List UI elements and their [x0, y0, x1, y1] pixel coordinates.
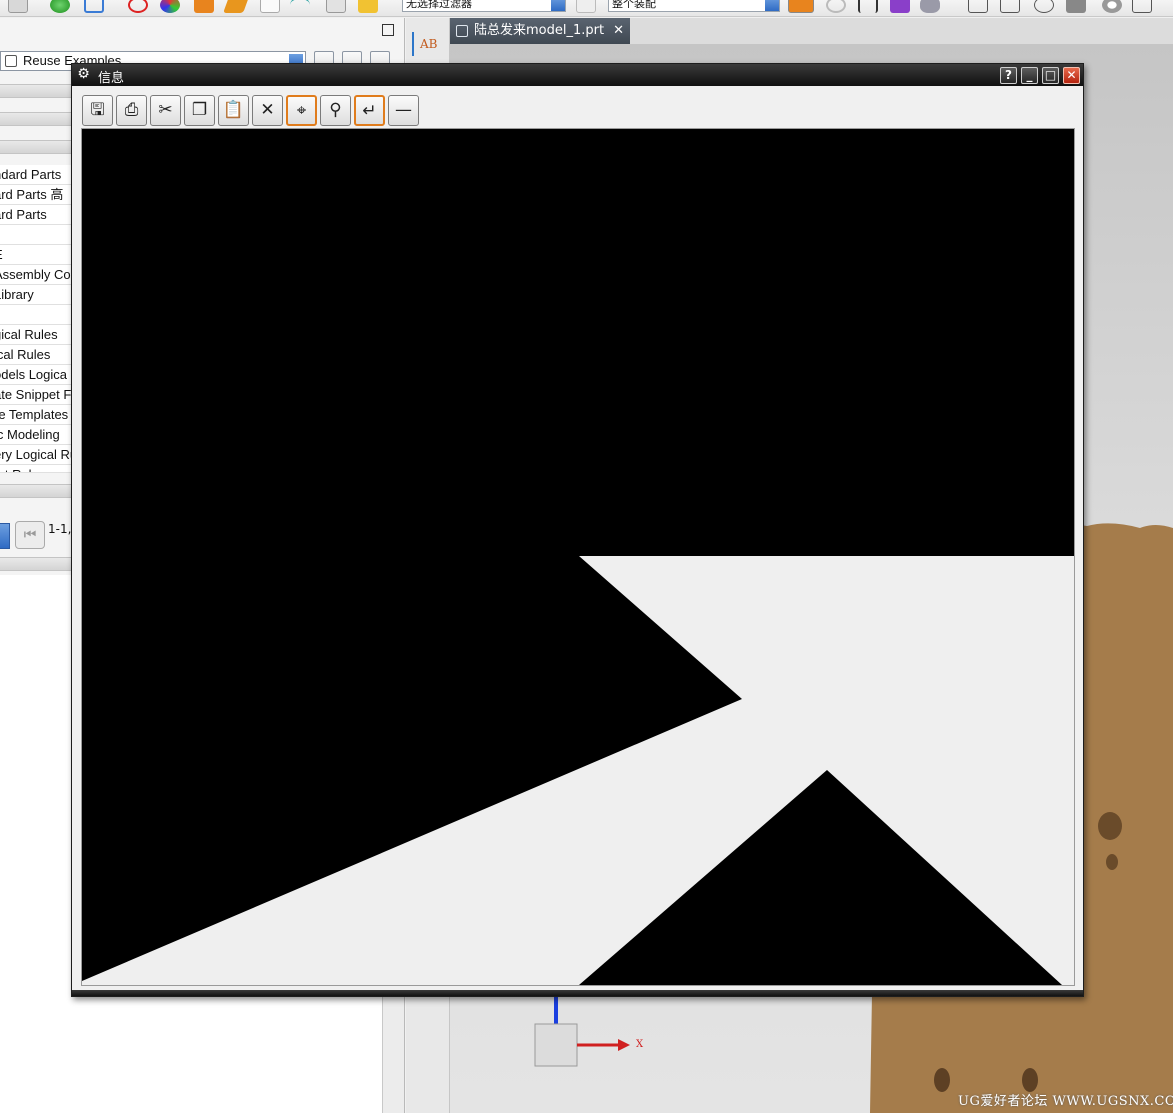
library-tree: ndard Parts ard Parts 高 ard Parts E Asse… [0, 165, 72, 473]
tree-item[interactable]: ndard Parts [0, 165, 72, 185]
copy-icon[interactable]: ❐ [184, 95, 215, 126]
section-header[interactable] [0, 84, 72, 98]
page-size-combo[interactable] [0, 523, 10, 549]
section-header[interactable] [0, 112, 72, 126]
delete-icon[interactable]: ✕ [252, 95, 283, 126]
maximize-button[interactable]: □ [1042, 67, 1059, 84]
hole [934, 1068, 950, 1092]
fullscreen-icon[interactable] [1132, 0, 1152, 13]
tree-item[interactable]: ard Parts 高 [0, 185, 72, 205]
tree-item[interactable]: odels Logica [0, 365, 72, 385]
section-header[interactable] [0, 484, 72, 498]
green-sphere-icon[interactable] [50, 0, 70, 13]
section-header[interactable] [0, 557, 72, 571]
gear-icon[interactable] [1102, 0, 1122, 13]
tree-item[interactable]: ic Modeling [0, 425, 72, 445]
color-wheel-icon[interactable] [160, 0, 180, 13]
top-toolbar: 无选择过滤器 整个装配 [0, 0, 1173, 17]
undo-select-icon[interactable] [576, 0, 596, 13]
hole [1022, 1068, 1038, 1092]
purple-cube-icon[interactable] [890, 0, 910, 13]
gear-icon[interactable]: ⚙ [76, 67, 91, 82]
information-dialog: ⚙ 信息 ? _ □ ✕ 🖫 ⎙ ✂ ❐ 📋 ✕ ⌖ ⚲ ↵ — [71, 63, 1084, 997]
library-icon [5, 55, 17, 67]
pan-icon[interactable] [1000, 0, 1020, 13]
tree-item[interactable] [0, 225, 72, 245]
chevron-down-icon[interactable] [765, 0, 779, 11]
tree-item[interactable]: n t Rules [0, 465, 72, 473]
selection-filter-value: 无选择过滤器 [406, 0, 472, 10]
line-icon[interactable]: — [388, 95, 419, 126]
file-tab-title: 陆总发来model_1.prt [474, 23, 605, 38]
pager: ⏮ 1-1, [0, 520, 72, 550]
tree-item[interactable]: Assembly Co [0, 265, 72, 285]
tree-item[interactable]: gical Rules [0, 325, 72, 345]
panel-maximize-button[interactable] [382, 24, 394, 36]
dialog-statusbar [72, 990, 1083, 996]
locate-icon[interactable]: ⌖ [286, 95, 317, 126]
first-page-button[interactable]: ⏮ [15, 521, 45, 549]
close-button[interactable]: ✕ [1063, 67, 1080, 84]
find-icon[interactable]: ⚲ [320, 95, 351, 126]
yellow-blocks-icon[interactable] [358, 0, 378, 13]
help-button[interactable]: ? [1000, 67, 1017, 84]
csys-origin-box [534, 1023, 578, 1067]
link-icon[interactable] [826, 0, 846, 13]
minimize-button[interactable]: _ [1021, 67, 1038, 84]
tree-item[interactable] [0, 305, 72, 325]
tree-item[interactable]: ate Snippet F [0, 385, 72, 405]
annotation-tab[interactable]: AB [412, 32, 442, 56]
view-cube-icon[interactable] [1066, 0, 1086, 13]
snap-icon[interactable] [858, 0, 878, 13]
part-file-icon [456, 25, 468, 37]
orange-wedge-icon[interactable] [223, 0, 249, 13]
tree-item[interactable]: Library [0, 285, 72, 305]
tab-strip [630, 18, 1173, 44]
page-range-label: 1-1, [48, 522, 72, 536]
white-cube-icon[interactable] [260, 0, 280, 13]
selection-filter-combo[interactable]: 无选择过滤器 [402, 0, 566, 12]
select-tool-icon[interactable] [8, 0, 28, 13]
tree-item[interactable]: ery Logical Ru [0, 445, 72, 465]
watermark: UG爱好者论坛 WWW.UGSNX.COM [958, 1094, 1173, 1109]
gray-block-icon[interactable] [326, 0, 346, 13]
hole [1098, 812, 1122, 840]
fit-view-icon[interactable] [968, 0, 988, 13]
chevron-down-icon[interactable] [551, 0, 565, 11]
no-entry-icon[interactable] [128, 0, 148, 13]
selection-scope-value: 整个装配 [612, 0, 656, 10]
render-artifact [82, 129, 1074, 985]
save-icon[interactable]: 🖫 [82, 95, 113, 126]
info-text-area[interactable] [81, 128, 1075, 986]
tree-item[interactable]: E [0, 245, 72, 265]
curve-icon[interactable] [290, 0, 310, 13]
panel-header [0, 18, 405, 48]
render-icon[interactable] [920, 0, 940, 13]
csys-z-axis [554, 994, 558, 1024]
paste-icon[interactable]: 📋 [218, 95, 249, 126]
cut-icon[interactable]: ✂ [150, 95, 181, 126]
csys-x-arrowhead [618, 1039, 630, 1051]
blue-frame-icon[interactable] [84, 0, 104, 13]
selection-scope-combo[interactable]: 整个装配 [608, 0, 780, 12]
rotate-icon[interactable] [1034, 0, 1054, 13]
wrap-icon[interactable]: ↵ [354, 95, 385, 126]
dialog-title: 信息 [98, 71, 125, 86]
tree-item[interactable]: re Templates [0, 405, 72, 425]
close-icon[interactable]: ✕ [613, 18, 624, 44]
section-header[interactable] [0, 140, 72, 154]
tree-item[interactable]: ard Parts [0, 205, 72, 225]
hole [1106, 854, 1118, 870]
file-tab[interactable]: 陆总发来model_1.prt ✕ [450, 18, 630, 44]
x-axis-label: X [636, 1039, 644, 1050]
orange-cube-icon[interactable] [194, 0, 214, 13]
assembly-cube-icon[interactable] [788, 0, 814, 13]
tree-item[interactable]: ical Rules [0, 345, 72, 365]
dialog-titlebar[interactable]: ⚙ 信息 ? _ □ ✕ [72, 64, 1083, 86]
annotation-tab-label: AB [420, 37, 438, 51]
print-icon[interactable]: ⎙ [116, 95, 147, 126]
